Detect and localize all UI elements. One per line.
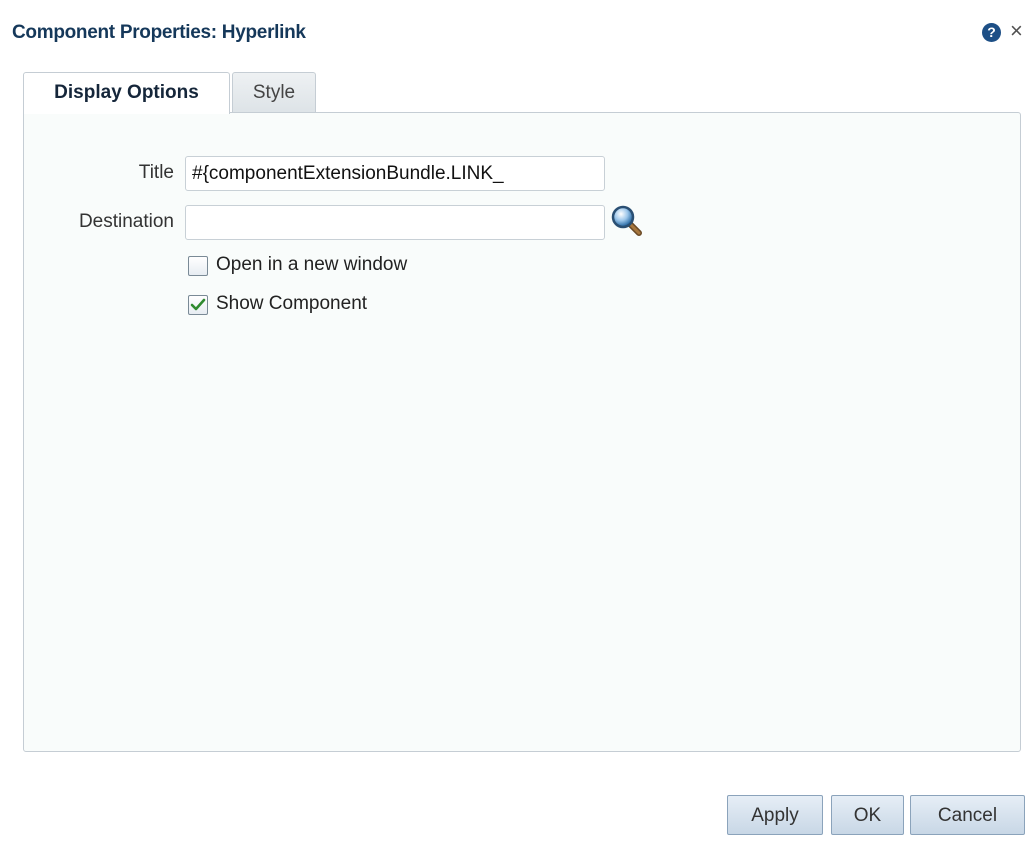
title-label: Title xyxy=(138,162,174,183)
open-new-window-checkbox[interactable] xyxy=(188,256,208,276)
close-icon[interactable]: × xyxy=(1010,18,1023,44)
component-properties-dialog: Component Properties: Hyperlink ? × Disp… xyxy=(0,0,1029,842)
apply-button[interactable]: Apply xyxy=(727,795,823,835)
destination-field[interactable] xyxy=(185,205,605,240)
ok-button[interactable]: OK xyxy=(831,795,904,835)
title-field[interactable]: #{componentExtensionBundle.LINK_ xyxy=(185,156,605,191)
show-component-label[interactable]: Show Component xyxy=(216,293,367,315)
show-component-checkbox[interactable] xyxy=(188,295,208,315)
tab-style[interactable]: Style xyxy=(232,72,316,113)
magnifier-icon[interactable] xyxy=(610,204,644,238)
checkmark-icon xyxy=(190,298,206,311)
tab-display-options[interactable]: Display Options xyxy=(23,72,230,114)
open-new-window-label[interactable]: Open in a new window xyxy=(216,254,407,276)
dialog-title: Component Properties: Hyperlink xyxy=(12,22,306,43)
cancel-button[interactable]: Cancel xyxy=(910,795,1025,835)
help-icon[interactable]: ? xyxy=(982,23,1001,42)
destination-label: Destination xyxy=(78,211,174,232)
